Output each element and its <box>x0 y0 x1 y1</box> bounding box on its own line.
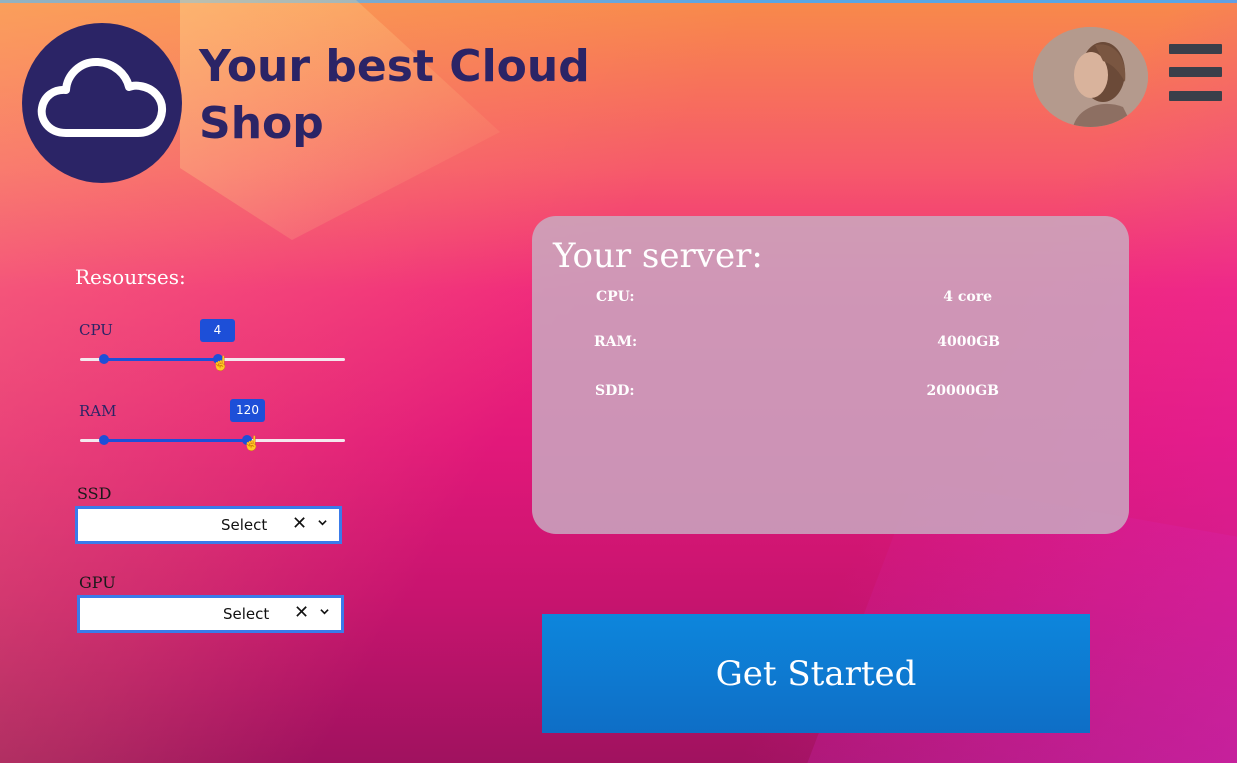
spec-value-cpu: 4 core <box>943 289 992 305</box>
gpu-label: GPU <box>79 573 116 592</box>
cloud-icon <box>37 58 167 137</box>
cpu-slider-fill <box>104 358 218 361</box>
hand-cursor-icon: ☝ <box>243 436 261 452</box>
ram-slider-fill <box>104 439 247 442</box>
hand-cursor-icon: ☝ <box>212 356 230 372</box>
ssd-select-value: Select <box>221 516 268 534</box>
hamburger-menu-icon[interactable] <box>1169 44 1222 102</box>
chevron-down-icon[interactable] <box>318 518 327 527</box>
spec-key-ram: RAM: <box>594 334 638 350</box>
get-started-button[interactable]: Get Started <box>542 614 1090 733</box>
resources-title: Resourses: <box>75 265 186 289</box>
spec-key-cpu: CPU: <box>596 289 635 305</box>
spec-value-ram: 4000GB <box>937 334 1000 350</box>
server-summary-card: Your server: CPU: 4 core RAM: 4000GB SDD… <box>532 216 1129 534</box>
ram-label: RAM <box>79 402 117 420</box>
avatar[interactable] <box>1033 27 1148 127</box>
cpu-value-badge: 4 <box>200 319 235 342</box>
chevron-down-icon[interactable] <box>320 607 329 616</box>
ssd-select[interactable]: Select ✕ <box>75 506 342 544</box>
logo[interactable] <box>22 23 182 183</box>
window-top-border <box>0 0 1237 3</box>
menu-bar <box>1169 44 1222 54</box>
spec-value-ssd: 20000GB <box>926 383 1000 399</box>
menu-bar <box>1169 67 1222 77</box>
gpu-select[interactable]: Select ✕ <box>77 595 344 633</box>
ssd-label: SSD <box>77 484 112 503</box>
spec-key-ssd: SDD: <box>595 383 635 399</box>
cpu-slider-min-handle[interactable] <box>99 354 109 364</box>
ram-slider-min-handle[interactable] <box>99 435 109 445</box>
brand-title: Your best Cloud Shop <box>199 41 590 149</box>
ram-value-badge: 120 <box>230 399 265 422</box>
gpu-select-value: Select <box>223 605 270 623</box>
clear-icon[interactable]: ✕ <box>292 513 307 534</box>
avatar-portrait <box>1033 27 1148 127</box>
server-title: Your server: <box>553 236 763 276</box>
cpu-label: CPU <box>79 321 113 339</box>
menu-bar <box>1169 91 1222 101</box>
clear-icon[interactable]: ✕ <box>294 602 309 623</box>
